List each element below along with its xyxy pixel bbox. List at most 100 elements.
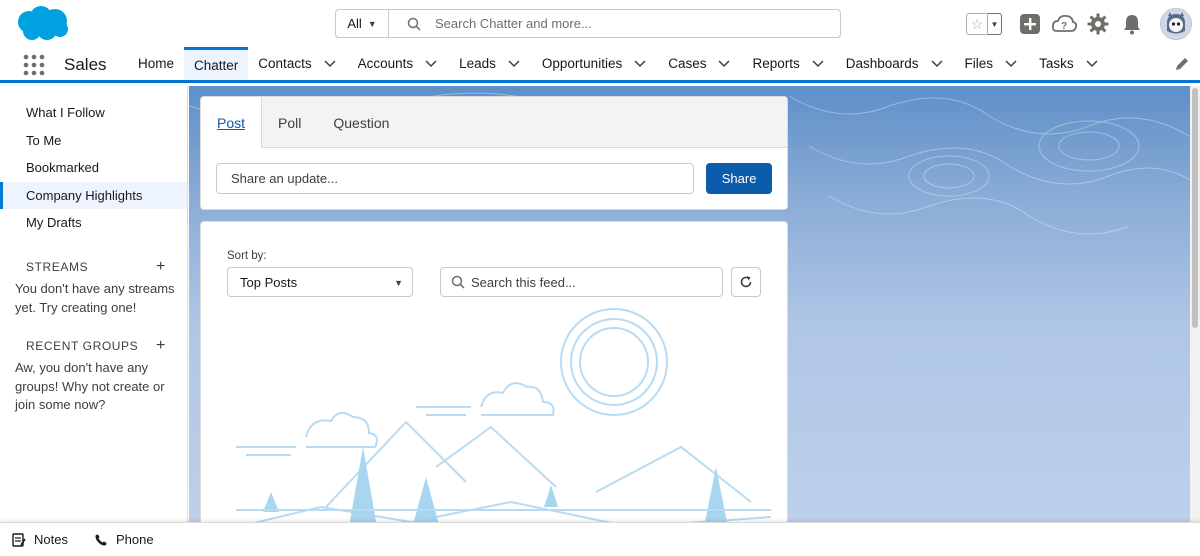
chevron-down-icon[interactable]	[425, 59, 437, 68]
sidebar-item-label: Company Highlights	[26, 187, 143, 203]
nav-tab-cases[interactable]: Cases	[658, 47, 742, 80]
feed-search-box	[440, 267, 723, 297]
global-actions-icon[interactable]	[1016, 10, 1044, 38]
nav-tab-label: Leads	[459, 56, 496, 71]
chevron-down-icon[interactable]	[812, 59, 824, 68]
sort-by-label: Sort by:	[227, 250, 267, 262]
notes-icon	[12, 532, 26, 547]
chatter-sidebar: What I Follow To Me Bookmarked Company H…	[0, 86, 188, 522]
refresh-icon	[740, 276, 752, 288]
search-icon	[407, 17, 421, 31]
nav-tab-label: Home	[138, 56, 175, 71]
sort-by-value: Top Posts	[240, 274, 298, 290]
favorite-star-icon[interactable]: ☆	[966, 13, 988, 35]
nav-tab-contacts[interactable]: Contacts	[248, 47, 347, 80]
favorites-control: ☆ ▼	[966, 13, 1002, 35]
nav-tab-label: Contacts	[258, 56, 312, 71]
recent-groups-empty-text: Aw, you don't have any groups! Why not c…	[15, 360, 165, 412]
nav-tab-accounts[interactable]: Accounts	[348, 47, 450, 80]
caret-down-icon: ▼	[394, 278, 403, 288]
tab-label: Question	[333, 114, 390, 131]
chevron-down-icon[interactable]	[508, 59, 520, 68]
nav-tab-label: Dashboards	[845, 56, 919, 71]
setup-gear-icon[interactable]	[1084, 10, 1112, 38]
streams-section-header: STREAMS +	[26, 258, 166, 276]
add-group-plus-icon[interactable]: +	[156, 337, 166, 355]
nav-tab-label: Opportunities	[541, 56, 623, 71]
sidebar-item-what-i-follow[interactable]: What I Follow	[0, 99, 187, 127]
tab-question[interactable]: Question	[317, 97, 405, 148]
sidebar-item-label: My Drafts	[26, 215, 82, 231]
favorites-dropdown-icon[interactable]: ▼	[988, 13, 1002, 35]
nav-tab-leads[interactable]: Leads	[449, 47, 532, 80]
feed-search-input[interactable]	[471, 274, 711, 290]
chatter-publisher: Post Poll Question Share	[200, 96, 788, 210]
add-stream-plus-icon[interactable]: +	[156, 258, 166, 276]
chevron-down-icon[interactable]	[718, 59, 730, 68]
phone-icon	[95, 534, 107, 545]
nav-tab-label: Tasks	[1039, 56, 1074, 71]
notifications-bell-icon[interactable]	[1118, 10, 1146, 38]
search-scope-label: All	[347, 16, 362, 31]
sidebar-item-my-drafts[interactable]: My Drafts	[0, 209, 187, 237]
empty-feed-illustration	[215, 308, 772, 532]
sidebar-item-bookmarked[interactable]: Bookmarked	[0, 154, 187, 182]
share-update-input[interactable]	[216, 163, 695, 194]
nav-tab-tasks[interactable]: Tasks	[1029, 47, 1110, 80]
sidebar-item-label: What I Follow	[26, 105, 105, 121]
search-input[interactable]	[435, 16, 815, 31]
nav-tab-label: Chatter	[194, 57, 239, 73]
search-field	[389, 10, 840, 37]
app-name: Sales	[64, 55, 107, 74]
streams-title: STREAMS	[26, 260, 89, 274]
nav-tab-label: Cases	[668, 56, 707, 71]
publisher-body: Share	[216, 163, 772, 194]
chevron-down-icon[interactable]	[931, 59, 943, 68]
nav-tab-label: Accounts	[357, 56, 414, 71]
nav-tab-chatter[interactable]: Chatter	[184, 47, 249, 80]
salesforce-logo[interactable]	[14, 5, 70, 43]
tab-label: Post	[217, 114, 246, 131]
app-launcher-icon[interactable]	[23, 54, 45, 76]
nav-tab-label: Files	[964, 56, 994, 71]
nav-tab-home[interactable]: Home	[128, 47, 184, 80]
utility-label: Phone	[115, 532, 154, 547]
chevron-down-icon[interactable]	[634, 59, 646, 68]
tab-post[interactable]: Post	[201, 97, 263, 148]
sidebar-item-label: Bookmarked	[26, 160, 99, 176]
chevron-down-icon[interactable]	[1086, 59, 1098, 68]
nav-tab-files[interactable]: Files	[955, 47, 1030, 80]
refresh-feed-button[interactable]	[731, 267, 761, 297]
page-scrollbar[interactable]	[1190, 86, 1200, 522]
caret-down-icon: ▼	[367, 18, 377, 29]
scrollbar-thumb[interactable]	[1192, 88, 1198, 328]
global-search: All ▼	[335, 9, 841, 38]
utility-bar: Notes Phone	[0, 522, 1200, 556]
recent-groups-title: RECENT GROUPS	[26, 339, 139, 353]
edit-pencil-icon[interactable]	[1174, 56, 1190, 72]
utility-notes[interactable]: Notes	[12, 532, 68, 547]
nav-tab-opportunities[interactable]: Opportunities	[532, 47, 658, 80]
trailhead-help-icon[interactable]: ?	[1050, 10, 1078, 38]
sidebar-item-to-me[interactable]: To Me	[0, 127, 187, 155]
utility-phone[interactable]: Phone	[94, 532, 154, 547]
user-avatar[interactable]	[1160, 8, 1192, 40]
nav-tab-reports[interactable]: Reports	[742, 47, 835, 80]
utility-label: Notes	[34, 532, 68, 547]
chevron-down-icon[interactable]	[1005, 59, 1017, 68]
search-scope-dropdown[interactable]: All ▼	[336, 10, 389, 37]
global-header: All ▼ ☆ ▼ ?	[0, 0, 1200, 47]
sidebar-item-label: To Me	[26, 132, 62, 148]
publisher-tabs: Post Poll Question	[201, 97, 787, 148]
chevron-down-icon[interactable]	[324, 59, 336, 68]
tab-poll[interactable]: Poll	[262, 97, 317, 148]
sidebar-item-company-highlights[interactable]: Company Highlights	[0, 181, 187, 209]
streams-empty-text: You don't have any streams yet. Try crea…	[15, 281, 175, 315]
recent-groups-section-header: RECENT GROUPS +	[26, 337, 166, 355]
share-button[interactable]: Share	[706, 163, 772, 194]
feed-filter-list: What I Follow To Me Bookmarked Company H…	[0, 86, 187, 237]
nav-tab-dashboards[interactable]: Dashboards	[836, 47, 955, 80]
search-icon	[451, 275, 465, 289]
sort-by-select[interactable]: Top Posts ▼	[227, 267, 413, 297]
app-navigation-bar: Sales Home Chatter Contacts Accounts Lea…	[0, 47, 1200, 83]
